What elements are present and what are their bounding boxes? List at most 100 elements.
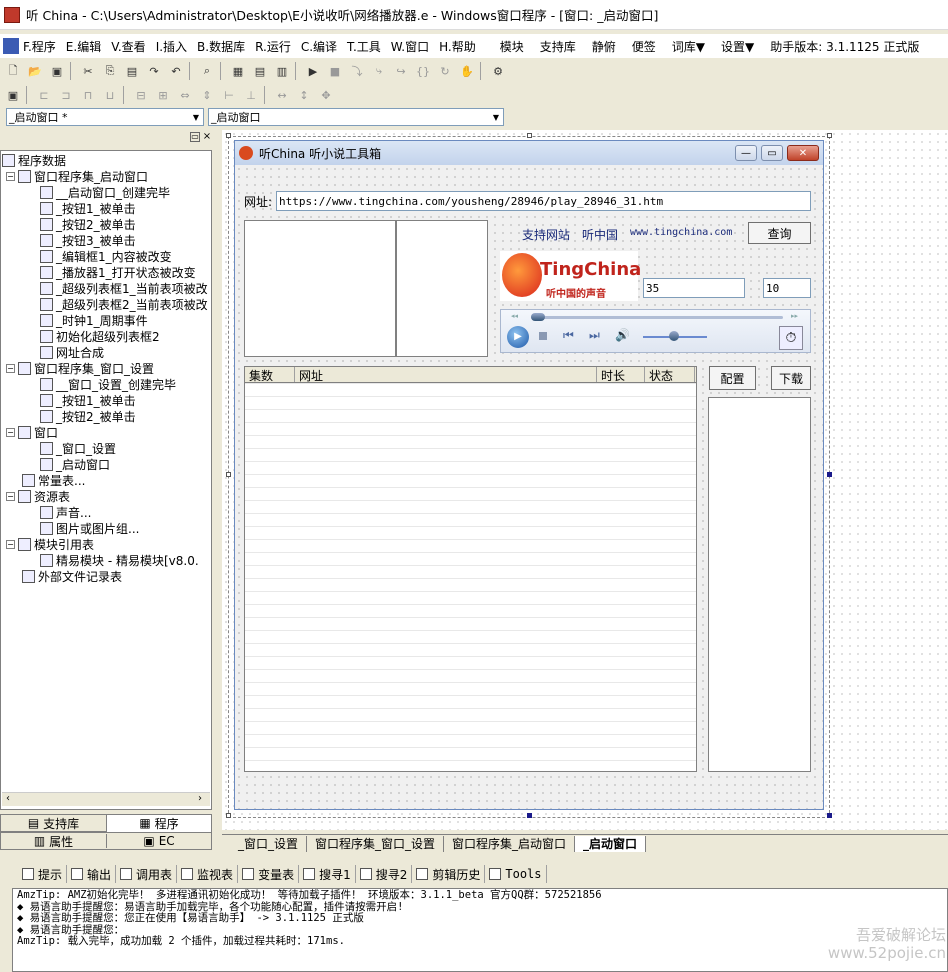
- same-width-icon[interactable]: ⇔: [176, 86, 194, 104]
- tree-resources[interactable]: − 资源表: [6, 488, 70, 504]
- volume-thumb[interactable]: [669, 331, 679, 341]
- menu-dict[interactable]: 词库▼: [672, 38, 705, 55]
- menu-compile[interactable]: C.编译: [301, 38, 337, 55]
- play-icon[interactable]: ▶: [507, 326, 529, 348]
- new-file-icon[interactable]: 🗋: [4, 62, 22, 80]
- find-icon[interactable]: ⌕: [198, 62, 216, 80]
- download-button[interactable]: 下载: [771, 366, 811, 390]
- menu-notes[interactable]: 便签: [632, 38, 656, 55]
- layout-2-icon[interactable]: ▤: [251, 62, 269, 80]
- align-bottom-icon[interactable]: ⊔: [101, 86, 119, 104]
- collapse-icon[interactable]: −: [6, 363, 15, 373]
- tree-group-settings[interactable]: − 窗口程序集_窗口_设置: [6, 360, 154, 376]
- resize-handle[interactable]: [827, 133, 832, 138]
- stop-icon[interactable]: [539, 332, 547, 340]
- col-url[interactable]: 网址: [295, 367, 597, 383]
- tab-clip-history[interactable]: 剪辑历史: [412, 865, 486, 883]
- minimize-icon[interactable]: —: [735, 145, 757, 161]
- object-combo[interactable]: _启动窗口 * ▼: [6, 108, 204, 126]
- stop-icon[interactable]: ■: [326, 62, 344, 80]
- seek-thumb[interactable]: [531, 313, 545, 321]
- tree-item[interactable]: _超级列表框2_当前表项被改: [40, 296, 208, 312]
- episode-input[interactable]: 35: [643, 278, 745, 298]
- tree-module-ref[interactable]: − 模块引用表: [6, 536, 94, 552]
- tab-tips[interactable]: 提示: [18, 865, 68, 883]
- tab-support-lib[interactable]: ▤ 支持库: [1, 815, 106, 832]
- output-panel[interactable]: AmzTip: AMZ初始化完毕！ 多进程通讯初始化成功！ 等待加载子插件！ 环…: [12, 888, 948, 972]
- resize-handle[interactable]: [827, 472, 832, 477]
- tree-item[interactable]: __启动窗口_创建完毕: [40, 184, 170, 200]
- scroll-left-icon[interactable]: ‹: [6, 793, 10, 804]
- tree-hscrollbar[interactable]: ‹ ›: [2, 792, 210, 806]
- tree-item[interactable]: _按钮2_被单击: [40, 408, 136, 424]
- collapse-icon[interactable]: −: [6, 427, 15, 437]
- center-h-icon[interactable]: ⊟: [132, 86, 150, 104]
- tree-item[interactable]: _播放器1_打开状态被改变: [40, 264, 196, 280]
- step-out-icon[interactable]: {}: [414, 62, 432, 80]
- save-icon[interactable]: ▣: [48, 62, 66, 80]
- menu-insert[interactable]: I.插入: [156, 38, 187, 55]
- config-button[interactable]: 配置: [709, 366, 756, 390]
- resize-handle[interactable]: [226, 133, 231, 138]
- tree-const[interactable]: 常量表...: [22, 472, 85, 488]
- step-over-icon[interactable]: ↪: [392, 62, 410, 80]
- center-v-icon[interactable]: ⊞: [154, 86, 172, 104]
- tingchina-cn-link[interactable]: 听中国: [582, 226, 618, 243]
- menu-settings[interactable]: 设置▼: [721, 38, 754, 55]
- menu-run[interactable]: R.运行: [255, 38, 291, 55]
- align-right-icon[interactable]: ⊐: [57, 86, 75, 104]
- size-h-icon[interactable]: ↕: [295, 86, 313, 104]
- layout-3-icon[interactable]: ▥: [273, 62, 291, 80]
- next-icon[interactable]: ⏭: [589, 328, 600, 343]
- tree-item[interactable]: _时钟1_周期事件: [40, 312, 148, 328]
- tab-settings-window[interactable]: _窗口_设置: [222, 835, 308, 852]
- tree-item[interactable]: _按钮1_被单击: [40, 200, 136, 216]
- volume-icon[interactable]: 🔊: [615, 328, 630, 342]
- collapse-icon[interactable]: −: [6, 539, 15, 549]
- step-into-icon[interactable]: ⤷: [370, 62, 388, 80]
- paste-icon[interactable]: ▤: [123, 62, 141, 80]
- size-w-icon[interactable]: ↔: [273, 86, 291, 104]
- run-icon[interactable]: ▶: [304, 62, 322, 80]
- open-file-icon[interactable]: 📂: [26, 62, 44, 80]
- tree-item[interactable]: 网址合成: [40, 344, 104, 360]
- media-player[interactable]: ◂◂ ▸▸ ▶ ⏮ ⏭ 🔊 ⏱: [500, 309, 811, 353]
- layout-1-icon[interactable]: ▦: [229, 62, 247, 80]
- close-icon[interactable]: ✕: [787, 145, 819, 161]
- tingchina-url-link[interactable]: www.tingchina.com: [630, 227, 732, 238]
- url-input[interactable]: https://www.tingchina.com/yousheng/28946…: [276, 191, 811, 211]
- cut-icon[interactable]: ✂: [79, 62, 97, 80]
- side-list[interactable]: [708, 397, 811, 772]
- scroll-right-icon[interactable]: ›: [198, 793, 202, 804]
- menu-window[interactable]: W.窗口: [391, 38, 429, 55]
- tab-tools[interactable]: Tools: [485, 865, 547, 883]
- menu-program[interactable]: F.程序: [23, 38, 56, 55]
- run-to-icon[interactable]: ↻: [436, 62, 454, 80]
- tree-group-start[interactable]: − 窗口程序集_启动窗口: [6, 168, 148, 184]
- resize-handle[interactable]: [226, 472, 231, 477]
- menu-static[interactable]: 静俯: [592, 38, 616, 55]
- episode-list[interactable]: 集数 网址 时长 状态: [244, 366, 697, 772]
- redo-icon[interactable]: ↷: [145, 62, 163, 80]
- helper-icon[interactable]: ⚙: [489, 62, 507, 80]
- tab-startup-module[interactable]: 窗口程序集_启动窗口: [444, 835, 576, 852]
- menu-support-lib[interactable]: 支持库: [540, 38, 576, 55]
- component-box-icon[interactable]: ▣: [4, 86, 22, 104]
- tab-search1[interactable]: 搜寻1: [299, 865, 356, 883]
- tree-item[interactable]: __窗口_设置_创建完毕: [40, 376, 176, 392]
- panel-pin-icon[interactable]: ▭: [190, 132, 200, 142]
- tab-call-stack[interactable]: 调用表: [116, 865, 178, 883]
- hand-icon[interactable]: ✋: [458, 62, 476, 80]
- search-button[interactable]: 查询: [748, 222, 811, 244]
- tree-item[interactable]: 初始化超级列表框2: [40, 328, 160, 344]
- tab-startup-window[interactable]: _启动窗口: [575, 835, 647, 852]
- menu-module[interactable]: 模块: [500, 38, 524, 55]
- collapse-icon[interactable]: −: [6, 491, 15, 501]
- collapse-icon[interactable]: −: [6, 171, 15, 181]
- menu-database[interactable]: B.数据库: [197, 38, 245, 55]
- maximize-icon[interactable]: ▭: [761, 145, 783, 161]
- tree-root[interactable]: 程序数据: [2, 152, 66, 168]
- tree-item[interactable]: 声音...: [40, 504, 91, 520]
- tree-item[interactable]: 精易模块 - 精易模块[v8.0.: [40, 552, 199, 568]
- tree-item[interactable]: _窗口_设置: [40, 440, 116, 456]
